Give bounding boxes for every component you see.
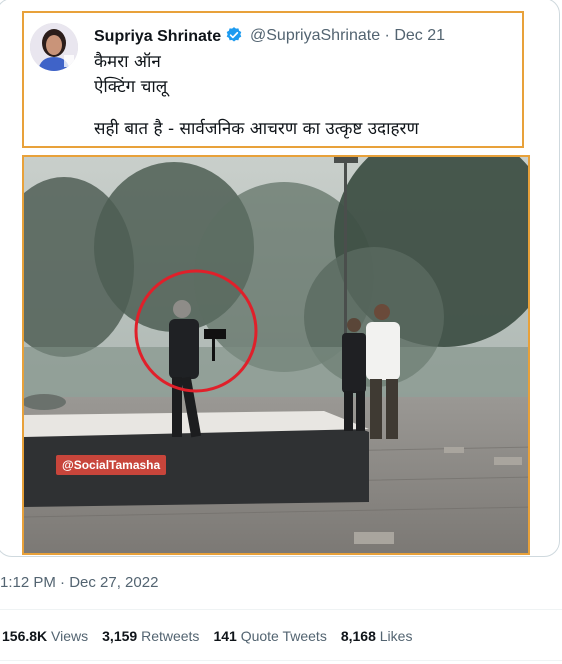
avatar[interactable] (30, 23, 78, 71)
views-label: Views (51, 628, 89, 644)
handle-text[interactable]: @SupriyaShrinate (250, 27, 380, 44)
views-count: 156.8K (2, 628, 48, 644)
video-watermark: @SocialTamasha (56, 455, 167, 475)
verified-badge-icon (226, 27, 242, 42)
quote-tweets-count[interactable]: 141 (213, 628, 236, 644)
video-frame[interactable]: @SocialTamasha (22, 155, 530, 555)
video-still (24, 157, 528, 553)
divider (0, 660, 562, 661)
likes-stat[interactable]: 8,168 Likes (341, 628, 413, 644)
retweets-label[interactable]: Retweets (141, 628, 199, 644)
retweets-count[interactable]: 3,159 (102, 628, 137, 644)
display-name-text[interactable]: Supriya Shrinate (94, 28, 221, 45)
views-stat: 156.8K Views (2, 628, 88, 644)
tweet-timestamp[interactable]: 1:12 PM · Dec 27, 2022 (0, 574, 158, 591)
quoted-line-2: ऐक्टिंग चालू (94, 77, 168, 97)
retweets-stat[interactable]: 3,159 Retweets (102, 628, 199, 644)
quote-tweets-stat[interactable]: 141 Quote Tweets (213, 628, 326, 644)
quoted-handle-date[interactable]: @SupriyaShrinate · Dec 21 (250, 27, 445, 45)
likes-label[interactable]: Likes (380, 628, 413, 644)
quote-tweets-label[interactable]: Quote Tweets (241, 628, 327, 644)
tweet-stats: 156.8K Views 3,159 Retweets 141 Quote Twee… (2, 628, 426, 644)
likes-count[interactable]: 8,168 (341, 628, 376, 644)
quoted-line-1: कैमरा ऑन (94, 52, 161, 72)
quoted-line-3: सही बात है - सार्वजनिक आचरण का उत्कृष्ट … (94, 119, 419, 139)
quoted-display-name[interactable]: Supriya Shrinate (94, 26, 243, 46)
date-text[interactable]: Dec 21 (394, 27, 445, 44)
divider (0, 609, 562, 610)
quoted-tweet[interactable]: Supriya Shrinate @SupriyaShrinate · Dec … (22, 11, 524, 148)
